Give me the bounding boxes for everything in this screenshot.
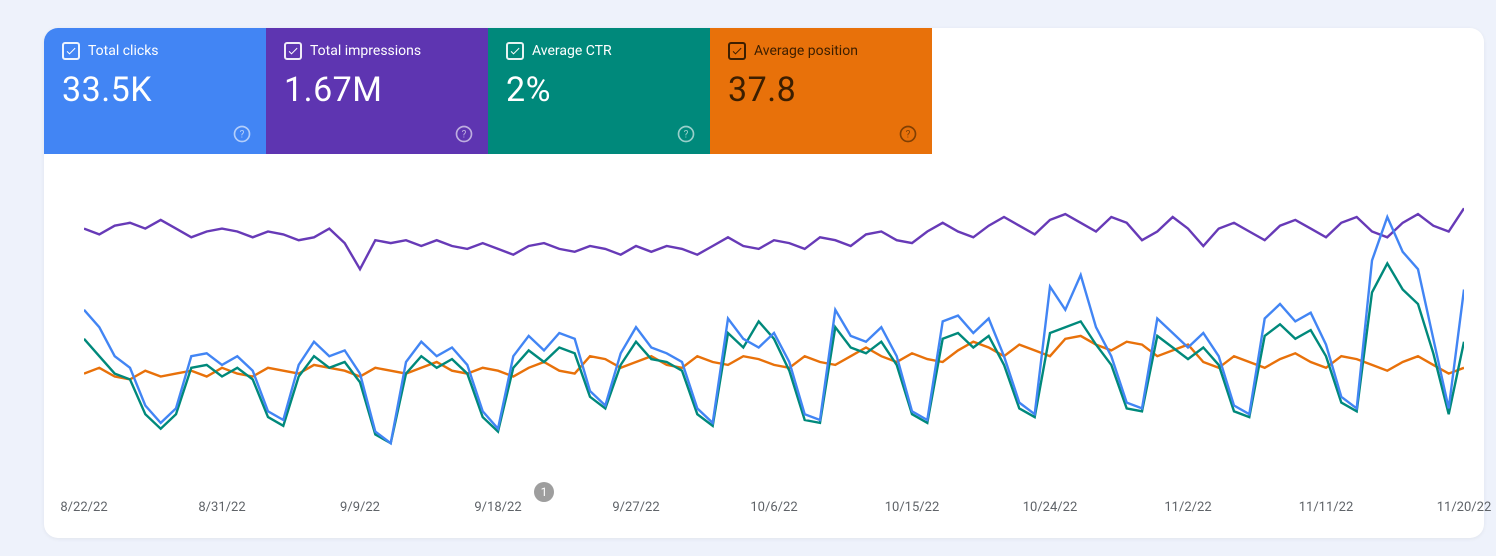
checkbox-checked-icon bbox=[506, 42, 524, 60]
svg-text:?: ? bbox=[684, 129, 689, 140]
help-icon[interactable]: ? bbox=[898, 124, 918, 144]
performance-card: Total clicks 33.5K ? Total impressions 1… bbox=[44, 28, 1484, 538]
metric-label: Total clicks bbox=[88, 43, 159, 59]
x-tick: 11/20/22 bbox=[1437, 500, 1492, 515]
metric-tabs: Total clicks 33.5K ? Total impressions 1… bbox=[44, 28, 1484, 154]
x-axis: 8/22/228/31/229/9/229/18/229/27/2210/6/2… bbox=[84, 500, 1464, 520]
x-tick: 11/2/22 bbox=[1164, 500, 1211, 515]
metric-tab-position[interactable]: Average position 37.8 ? bbox=[710, 28, 932, 154]
metric-value: 2% bbox=[506, 70, 692, 110]
checkbox-checked-icon bbox=[284, 42, 302, 60]
metric-value: 37.8 bbox=[728, 70, 914, 110]
metric-label: Average CTR bbox=[532, 43, 612, 59]
metric-label: Total impressions bbox=[310, 43, 421, 59]
x-tick: 9/18/22 bbox=[474, 500, 521, 515]
svg-text:?: ? bbox=[462, 129, 467, 140]
x-tick: 9/9/22 bbox=[340, 500, 380, 515]
chart-svg bbox=[84, 188, 1464, 478]
x-tick: 10/15/22 bbox=[885, 500, 940, 515]
metric-tab-clicks[interactable]: Total clicks 33.5K ? bbox=[44, 28, 266, 154]
series-impressions bbox=[84, 208, 1464, 269]
metric-label: Average position bbox=[754, 43, 858, 59]
series-clicks bbox=[84, 217, 1464, 443]
x-tick: 11/11/22 bbox=[1299, 500, 1354, 515]
svg-text:?: ? bbox=[906, 129, 911, 140]
help-icon[interactable]: ? bbox=[232, 124, 252, 144]
help-icon[interactable]: ? bbox=[676, 124, 696, 144]
line-chart[interactable]: 1 bbox=[84, 188, 1464, 478]
x-tick: 10/6/22 bbox=[750, 500, 797, 515]
svg-text:?: ? bbox=[240, 129, 245, 140]
metric-value: 1.67M bbox=[284, 70, 470, 110]
checkbox-checked-icon bbox=[728, 42, 746, 60]
help-icon[interactable]: ? bbox=[454, 124, 474, 144]
metric-value: 33.5K bbox=[62, 70, 248, 110]
series-ctr bbox=[84, 263, 1464, 443]
metric-tab-impressions[interactable]: Total impressions 1.67M ? bbox=[266, 28, 488, 154]
checkbox-checked-icon bbox=[62, 42, 80, 60]
x-tick: 9/27/22 bbox=[612, 500, 659, 515]
x-tick: 10/24/22 bbox=[1023, 500, 1078, 515]
x-tick: 8/22/22 bbox=[60, 500, 107, 515]
metric-tab-ctr[interactable]: Average CTR 2% ? bbox=[488, 28, 710, 154]
annotation-badge[interactable]: 1 bbox=[534, 482, 554, 502]
x-tick: 8/31/22 bbox=[198, 500, 245, 515]
